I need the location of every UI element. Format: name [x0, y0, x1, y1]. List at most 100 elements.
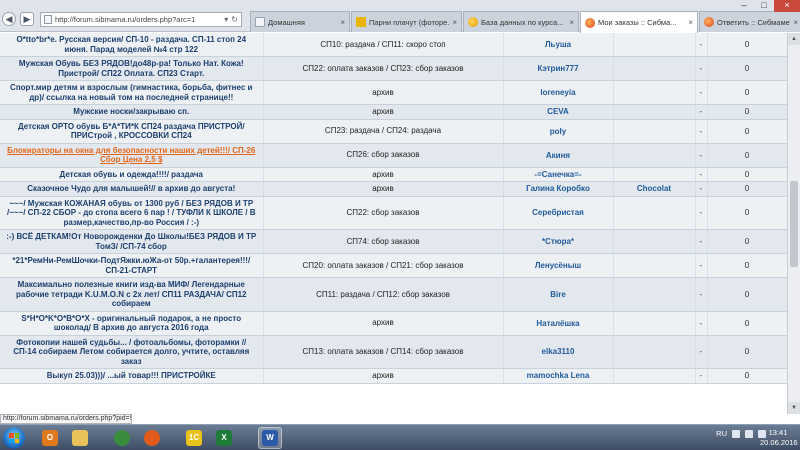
order-status: СП22: сбор заказов [263, 196, 504, 230]
topic-title-link[interactable]: ~~~/ Мужская КОЖАНАЯ обувь от 1300 руб /… [0, 196, 264, 230]
table-row: ~~~/ Мужская КОЖАНАЯ обувь от 1300 руб /… [0, 196, 787, 230]
last-poster-link[interactable] [613, 33, 696, 57]
last-poster-link[interactable] [613, 167, 696, 182]
topic-title-link[interactable]: Спорт.мир детям и взрослым (гимнастика, … [0, 80, 264, 105]
tab-baza[interactable]: База данных по курса... × [463, 11, 579, 32]
close-tab-icon[interactable]: × [688, 18, 693, 27]
order-count: 0 [707, 253, 787, 278]
last-poster-link[interactable] [613, 277, 696, 312]
forward-button[interactable]: ▶ [20, 12, 34, 26]
topic-title-link[interactable]: *21*РемНи-РемШочки-ПодтЯжки.юЖа-от 50р.+… [0, 253, 264, 278]
last-poster-link[interactable] [613, 196, 696, 230]
minimize-icon[interactable]: – [734, 0, 754, 12]
scroll-up-icon[interactable]: ▲ [788, 33, 800, 45]
organizer-link[interactable]: -=Санечка=- [503, 167, 614, 182]
taskbar-app-button[interactable] [140, 427, 164, 449]
organizer-link[interactable]: Льуша [503, 33, 614, 57]
blank-page-icon [255, 17, 265, 27]
last-poster-link[interactable] [613, 253, 696, 278]
close-tab-icon[interactable]: × [452, 18, 457, 27]
organizer-link[interactable]: CEVA [503, 104, 614, 120]
taskbar-app-button[interactable]: 1С [182, 427, 206, 449]
tab-parni[interactable]: Парни плачут (фоторе... × [351, 11, 462, 32]
last-poster-link[interactable] [613, 143, 696, 168]
topic-title-link[interactable]: Блокираторы на окна для безопасности наш… [0, 143, 264, 168]
taskbar-app-button[interactable] [68, 427, 92, 449]
topic-title-link[interactable]: Мужские носки/закрываю сп. [0, 104, 264, 120]
organizer-link[interactable]: Галина Коробко [503, 181, 614, 197]
organizer-link[interactable]: mamochka Lena [503, 368, 614, 384]
order-count: 0 [707, 335, 787, 369]
order-status: СП10: раздача / СП11: скоро стоп [263, 33, 504, 57]
search-dropdown-icon[interactable]: ▾ [224, 15, 228, 24]
order-status: архив [263, 368, 504, 384]
topic-title-link[interactable]: S*H*O*K*O*B*O*X - оригинальный подарок, … [0, 311, 264, 336]
close-window-icon[interactable]: × [774, 0, 800, 12]
table-row: S*H*O*K*O*B*O*X - оригинальный подарок, … [0, 311, 787, 336]
network-icon[interactable] [745, 429, 753, 438]
order-status: СП22: оплата заказов / СП23: сбор заказо… [263, 56, 504, 81]
taskbar-app-button[interactable]: W [258, 427, 282, 449]
last-poster-link[interactable] [613, 229, 696, 254]
organizer-link[interactable]: elka3110 [503, 335, 614, 369]
vertical-scrollbar[interactable]: ▲ ▼ [787, 33, 800, 414]
last-poster-link[interactable] [613, 80, 696, 105]
chrome-icon [114, 430, 130, 446]
excel-icon: X [216, 430, 232, 446]
start-button[interactable] [3, 427, 25, 449]
topic-title-link[interactable]: Детская ОРТО обувь Б*А*ТИ*К СП24 раздача… [0, 119, 264, 144]
topic-title-link[interactable]: Детская обувь и одежда!!!!/ раздача [0, 167, 264, 182]
last-poster-link[interactable] [613, 368, 696, 384]
taskbar-app-button[interactable]: O [38, 427, 62, 449]
address-bar[interactable]: http://forum.sibmama.ru/orders.php?arc=1… [40, 12, 242, 27]
tab-otvetit[interactable]: Ответить :: Сибмаме -... × [699, 11, 800, 32]
topic-title-link[interactable]: Максимально полезные книги изд-ва МИФ/ Л… [0, 277, 264, 312]
organizer-link[interactable]: Ленусёныш [503, 253, 614, 278]
scroll-down-icon[interactable]: ▼ [788, 402, 800, 414]
topic-title-link[interactable]: Фотокопии нашей судьбы... / фотоальбомы,… [0, 335, 264, 369]
refresh-icon[interactable]: ↻ [231, 15, 238, 24]
last-poster-link[interactable]: Chocolat [613, 181, 696, 197]
last-poster-link[interactable] [613, 119, 696, 144]
last-poster-link[interactable] [613, 56, 696, 81]
empty-cell-dash: - [695, 80, 708, 105]
organizer-link[interactable]: *Стюра* [503, 229, 614, 254]
organizer-link[interactable]: lorenеyia [503, 80, 614, 105]
taskbar-app-button[interactable] [110, 427, 134, 449]
topic-title-link[interactable]: O*tto*br*e. Русская версия/ СП-10 - разд… [0, 33, 264, 57]
outlook-icon: O [42, 430, 58, 446]
page-icon [44, 15, 52, 24]
back-button[interactable]: ◀ [2, 12, 16, 26]
flag-icon[interactable] [732, 429, 740, 438]
close-tab-icon[interactable]: × [793, 18, 798, 27]
order-status: СП11: раздача / СП12: сбор заказов [263, 277, 504, 312]
clock[interactable]: 13:41 20.06.2016 [760, 428, 798, 448]
maximize-icon[interactable]: □ [754, 0, 774, 12]
order-status: архив [263, 167, 504, 182]
last-poster-link[interactable] [613, 104, 696, 120]
tab-domashnyaya[interactable]: Домашняя × [250, 11, 350, 32]
language-indicator[interactable]: RU [716, 429, 727, 438]
organizer-link[interactable]: poly [503, 119, 614, 144]
taskbar-app-button[interactable]: X [212, 427, 236, 449]
address-url[interactable]: http://forum.sibmama.ru/orders.php?arc=1 [55, 15, 221, 24]
close-tab-icon[interactable]: × [340, 18, 345, 27]
organizer-link[interactable]: Кэтрин777 [503, 56, 614, 81]
order-count: 0 [707, 80, 787, 105]
system-tray: RU [716, 429, 766, 438]
close-tab-icon[interactable]: × [569, 18, 574, 27]
organizer-link[interactable]: Bire [503, 277, 614, 312]
organizer-link[interactable]: Наталёшка [503, 311, 614, 336]
tab-moi-zakazy[interactable]: Мои заказы :: Сибма... × [580, 11, 698, 33]
topic-title-link[interactable]: Выкуп 25.03)))/ ...ый товар!!! ПРИСТРОЙК… [0, 368, 264, 384]
topic-title-link[interactable]: :-) ВСЁ ДЕТКАМ!От Новорожденки До Школы!… [0, 229, 264, 254]
topic-title-link[interactable]: Мужская Обувь БЕЗ РЯДОВ!до48р-ра! Только… [0, 56, 264, 81]
organizer-link[interactable]: Акиня [503, 143, 614, 168]
organizer-link[interactable]: Серебристая [503, 196, 614, 230]
windows-taskbar: O 1С X W RU 13:41 20.06.2016 [0, 424, 800, 450]
scrollbar-thumb[interactable] [790, 181, 798, 267]
last-poster-link[interactable] [613, 335, 696, 369]
empty-cell-dash: - [695, 143, 708, 168]
topic-title-link[interactable]: Сказочное Чудо для малышей!// в архив до… [0, 181, 264, 197]
last-poster-link[interactable] [613, 311, 696, 336]
